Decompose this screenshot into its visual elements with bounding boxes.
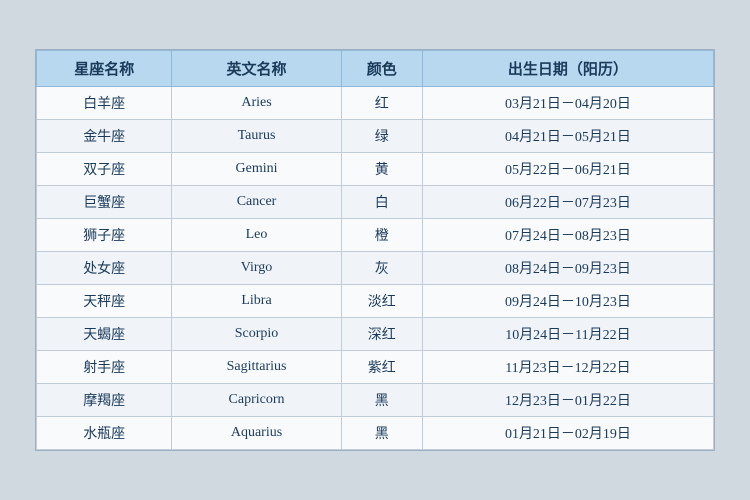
cell-date: 03月21日－04月20日 bbox=[422, 87, 713, 120]
header-english: 英文名称 bbox=[172, 51, 341, 87]
table-row: 白羊座Aries红03月21日－04月20日 bbox=[37, 87, 714, 120]
cell-date: 09月24日－10月23日 bbox=[422, 285, 713, 318]
cell-date: 12月23日－01月22日 bbox=[422, 384, 713, 417]
cell-color: 红 bbox=[341, 87, 422, 120]
table-row: 天秤座Libra淡红09月24日－10月23日 bbox=[37, 285, 714, 318]
cell-chinese: 天秤座 bbox=[37, 285, 172, 318]
cell-english: Leo bbox=[172, 219, 341, 252]
cell-date: 08月24日－09月23日 bbox=[422, 252, 713, 285]
table-row: 金牛座Taurus绿04月21日－05月21日 bbox=[37, 120, 714, 153]
zodiac-table-container: 星座名称 英文名称 颜色 出生日期（阳历） 白羊座Aries红03月21日－04… bbox=[35, 49, 715, 451]
zodiac-table: 星座名称 英文名称 颜色 出生日期（阳历） 白羊座Aries红03月21日－04… bbox=[36, 50, 714, 450]
cell-color: 灰 bbox=[341, 252, 422, 285]
cell-color: 白 bbox=[341, 186, 422, 219]
table-row: 处女座Virgo灰08月24日－09月23日 bbox=[37, 252, 714, 285]
table-body: 白羊座Aries红03月21日－04月20日金牛座Taurus绿04月21日－0… bbox=[37, 87, 714, 450]
cell-chinese: 摩羯座 bbox=[37, 384, 172, 417]
header-color: 颜色 bbox=[341, 51, 422, 87]
cell-date: 11月23日－12月22日 bbox=[422, 351, 713, 384]
cell-color: 淡红 bbox=[341, 285, 422, 318]
cell-chinese: 巨蟹座 bbox=[37, 186, 172, 219]
cell-color: 绿 bbox=[341, 120, 422, 153]
table-row: 狮子座Leo橙07月24日－08月23日 bbox=[37, 219, 714, 252]
cell-chinese: 射手座 bbox=[37, 351, 172, 384]
table-row: 双子座Gemini黄05月22日－06月21日 bbox=[37, 153, 714, 186]
cell-color: 紫红 bbox=[341, 351, 422, 384]
table-row: 巨蟹座Cancer白06月22日－07月23日 bbox=[37, 186, 714, 219]
cell-english: Cancer bbox=[172, 186, 341, 219]
table-row: 射手座Sagittarius紫红11月23日－12月22日 bbox=[37, 351, 714, 384]
header-chinese: 星座名称 bbox=[37, 51, 172, 87]
cell-color: 黑 bbox=[341, 417, 422, 450]
cell-chinese: 双子座 bbox=[37, 153, 172, 186]
cell-color: 橙 bbox=[341, 219, 422, 252]
cell-english: Virgo bbox=[172, 252, 341, 285]
cell-date: 01月21日－02月19日 bbox=[422, 417, 713, 450]
cell-color: 黄 bbox=[341, 153, 422, 186]
cell-english: Aries bbox=[172, 87, 341, 120]
table-header-row: 星座名称 英文名称 颜色 出生日期（阳历） bbox=[37, 51, 714, 87]
cell-chinese: 水瓶座 bbox=[37, 417, 172, 450]
cell-chinese: 金牛座 bbox=[37, 120, 172, 153]
cell-date: 05月22日－06月21日 bbox=[422, 153, 713, 186]
cell-english: Taurus bbox=[172, 120, 341, 153]
table-row: 摩羯座Capricorn黑12月23日－01月22日 bbox=[37, 384, 714, 417]
table-row: 天蝎座Scorpio深红10月24日－11月22日 bbox=[37, 318, 714, 351]
cell-chinese: 处女座 bbox=[37, 252, 172, 285]
cell-english: Aquarius bbox=[172, 417, 341, 450]
header-date: 出生日期（阳历） bbox=[422, 51, 713, 87]
cell-date: 10月24日－11月22日 bbox=[422, 318, 713, 351]
cell-chinese: 白羊座 bbox=[37, 87, 172, 120]
cell-date: 06月22日－07月23日 bbox=[422, 186, 713, 219]
cell-chinese: 狮子座 bbox=[37, 219, 172, 252]
cell-color: 深红 bbox=[341, 318, 422, 351]
cell-english: Gemini bbox=[172, 153, 341, 186]
table-row: 水瓶座Aquarius黑01月21日－02月19日 bbox=[37, 417, 714, 450]
cell-english: Scorpio bbox=[172, 318, 341, 351]
cell-date: 04月21日－05月21日 bbox=[422, 120, 713, 153]
cell-english: Sagittarius bbox=[172, 351, 341, 384]
cell-chinese: 天蝎座 bbox=[37, 318, 172, 351]
cell-english: Capricorn bbox=[172, 384, 341, 417]
cell-date: 07月24日－08月23日 bbox=[422, 219, 713, 252]
cell-color: 黑 bbox=[341, 384, 422, 417]
cell-english: Libra bbox=[172, 285, 341, 318]
